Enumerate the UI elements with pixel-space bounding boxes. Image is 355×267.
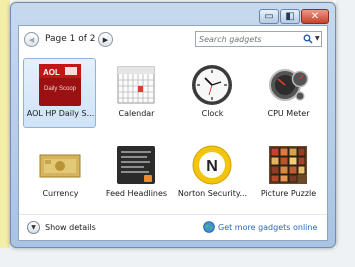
- caption-buttons: ▭ ◧ ✕: [259, 9, 329, 24]
- daily-scoop-logo-text: Daily Scoop: [44, 86, 77, 92]
- show-details-toggle[interactable]: ▼: [27, 221, 40, 234]
- desktop-background-bottom: [0, 248, 355, 267]
- aol-logo-text: AOL: [43, 68, 60, 77]
- norton-security-icon: N: [192, 145, 232, 185]
- gadget-label: Norton Security...: [177, 189, 248, 198]
- gadget-label: Calendar: [118, 109, 155, 118]
- globe-icon: [203, 221, 215, 233]
- search-input[interactable]: [199, 33, 299, 45]
- clock-icon: [192, 65, 232, 105]
- minimize-button[interactable]: ▭: [259, 9, 279, 24]
- gadget-tile-norton-security[interactable]: N Norton Security...: [175, 138, 248, 208]
- gadget-label: Currency: [42, 189, 79, 198]
- gallery-content: ◀ Page 1 of 2 ▶ ▼ AOL Daily Scoop: [18, 25, 328, 241]
- gadget-tile-aol-hp-daily-scoop[interactable]: AOL Daily Scoop AOL HP Daily S...: [23, 58, 96, 128]
- gallery-footer: ▼ Show details Get more gadgets online: [19, 214, 327, 241]
- gadget-gallery-window: ▭ ◧ ✕ ◀ Page 1 of 2 ▶ ▼: [10, 2, 336, 248]
- gadget-tile-currency[interactable]: Currency: [23, 138, 96, 208]
- gadget-label: Feed Headlines: [105, 189, 168, 198]
- restore-button[interactable]: ◧: [280, 9, 300, 24]
- gadget-label: CPU Meter: [267, 109, 310, 118]
- cpu-meter-icon: [269, 69, 309, 101]
- picture-puzzle-icon: [269, 146, 307, 184]
- gallery-toolbar: ◀ Page 1 of 2 ▶ ▼: [19, 26, 327, 54]
- gadget-label: Clock: [201, 109, 224, 118]
- calendar-icon: [117, 66, 155, 104]
- previous-page-button[interactable]: ◀: [24, 32, 39, 47]
- next-page-button[interactable]: ▶: [98, 32, 113, 47]
- desktop-background-left: [0, 0, 10, 267]
- gadget-tile-cpu-meter[interactable]: CPU Meter: [251, 58, 324, 128]
- gadget-label: AOL HP Daily S...: [26, 109, 95, 118]
- norton-logo-letter: N: [206, 158, 218, 175]
- gadget-tile-feed-headlines[interactable]: Feed Headlines: [99, 138, 172, 208]
- search-options-dropdown[interactable]: ▼: [315, 35, 320, 42]
- get-more-gadgets-link[interactable]: Get more gadgets online: [218, 223, 317, 232]
- search-icon[interactable]: [303, 34, 313, 44]
- gadget-tile-picture-puzzle[interactable]: Picture Puzzle: [251, 138, 324, 208]
- aol-daily-scoop-icon: AOL Daily Scoop: [39, 64, 81, 106]
- gadget-tile-calendar[interactable]: Calendar: [99, 58, 172, 128]
- gadget-label: Picture Puzzle: [260, 189, 317, 198]
- desktop-background-right: [336, 0, 355, 267]
- feed-headlines-icon: [117, 146, 155, 184]
- currency-icon: [39, 154, 81, 178]
- search-box[interactable]: ▼: [195, 31, 322, 47]
- show-details-label[interactable]: Show details: [45, 223, 96, 232]
- page-indicator: Page 1 of 2: [45, 34, 96, 44]
- close-button[interactable]: ✕: [301, 9, 329, 24]
- gadget-tile-clock[interactable]: Clock: [175, 58, 248, 128]
